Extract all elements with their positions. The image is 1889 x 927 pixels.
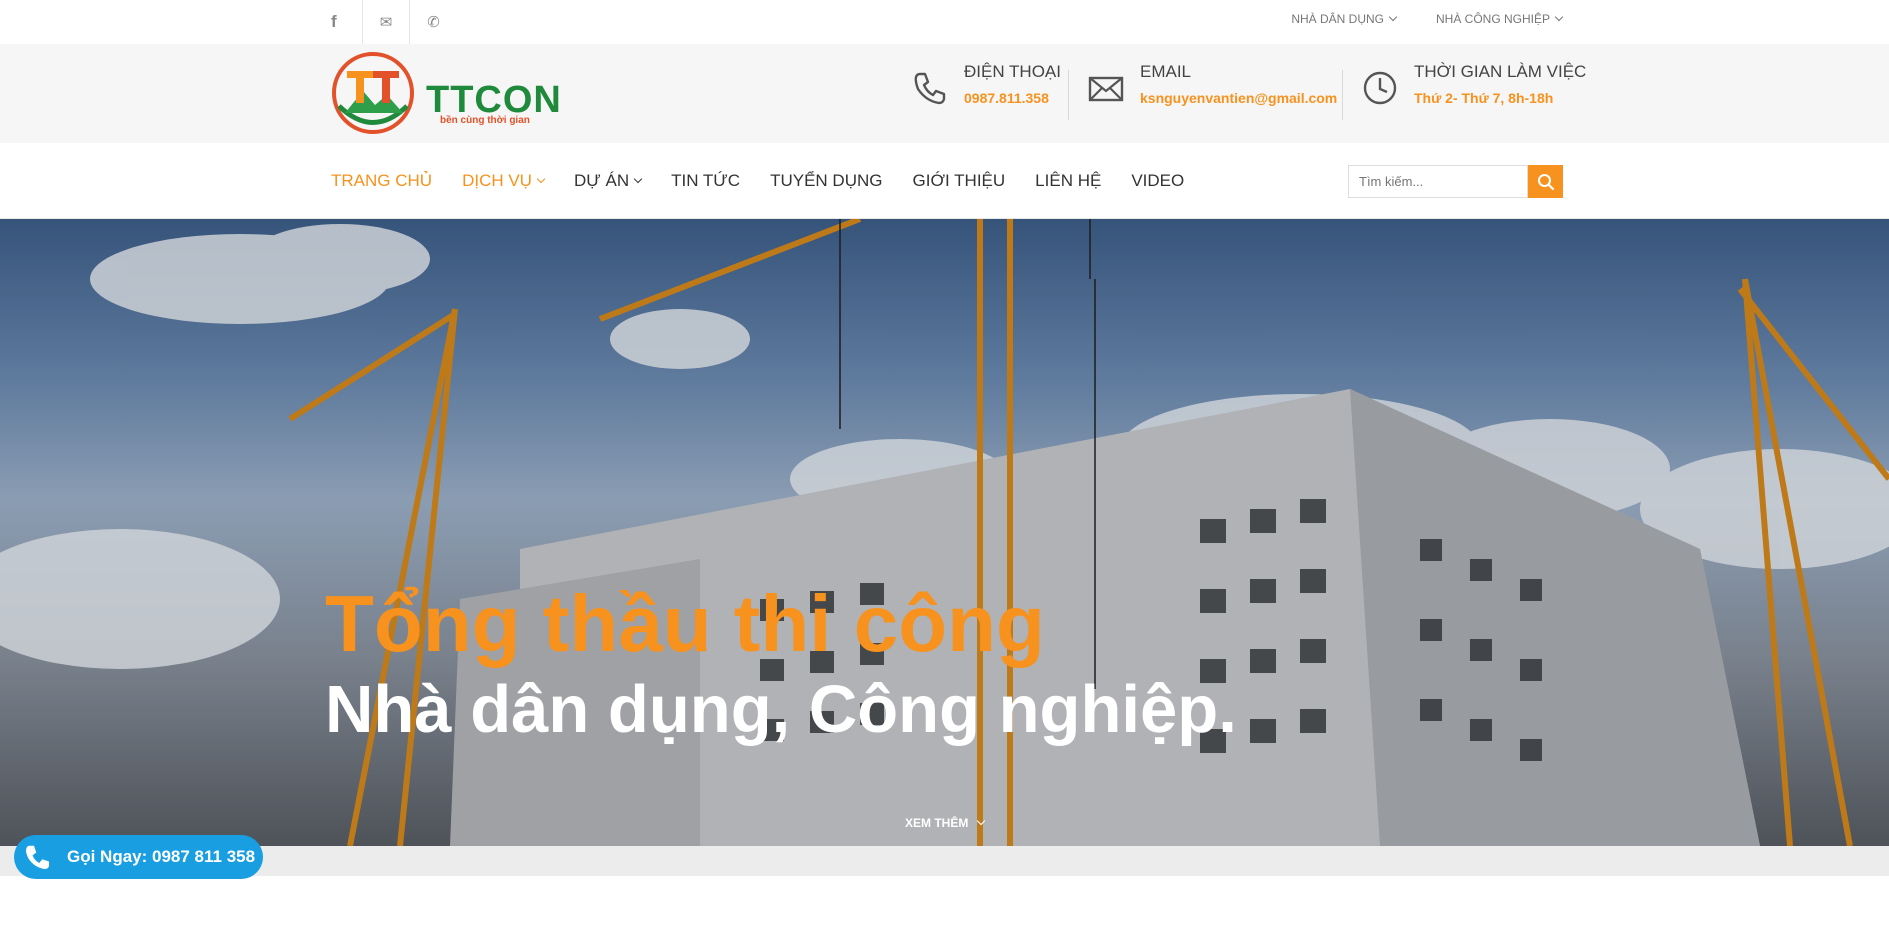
nav-label: GIỚI THIỆU <box>912 171 1006 190</box>
chevron-down-icon <box>1388 12 1398 22</box>
nav-item-video[interactable]: VIDEO <box>1131 171 1184 191</box>
nav-label: TIN TỨC <box>671 171 741 190</box>
hero-background-image <box>0 219 1889 846</box>
phone-title: ĐIỆN THOẠI <box>964 62 1061 81</box>
nav-label: TUYỂN DỤNG <box>770 171 883 190</box>
email-info: EMAIL ksnguyenvantien@gmail.com <box>1086 56 1337 116</box>
search-input[interactable] <box>1348 165 1528 198</box>
phone-icon <box>914 72 946 105</box>
search-button[interactable] <box>1528 165 1563 198</box>
phone-icon[interactable]: ✆ <box>410 0 457 44</box>
top-menu-item-nha-cong-nghiep[interactable]: NHÀ CÔNG NGHIỆP <box>1435 12 1564 26</box>
main-nav: TRANG CHỦ DỊCH VỤ DỰ ÁN TIN TỨC TUYỂN DỤ… <box>0 143 1889 219</box>
nav-label: TRANG CHỦ <box>331 171 433 190</box>
nav-item-lien-he[interactable]: LIÊN HỆ <box>1035 171 1101 191</box>
nav-item-trang-chu[interactable]: TRANG CHỦ <box>331 171 432 191</box>
email-title: EMAIL <box>1140 62 1192 81</box>
hours-value: Thứ 2- Thứ 7, 8h-18h <box>1414 90 1554 106</box>
phone-icon <box>17 837 57 877</box>
search-icon <box>1537 173 1554 190</box>
call-now-label: Gọi Ngay: 0987 811 358 <box>67 847 256 866</box>
see-more-link[interactable]: XEM THÊM <box>905 816 986 830</box>
nav-label: DỊCH VỤ <box>462 171 532 190</box>
facebook-icon[interactable]: f <box>331 0 363 44</box>
phone-number[interactable]: 0987.811.358 <box>964 90 1061 106</box>
nav-label: DỰ ÁN <box>573 171 630 190</box>
hero-subheadline: Nhà dân dụng, Công nghiệp. <box>325 672 1237 747</box>
section-divider <box>0 846 1889 876</box>
nav-item-tin-tuc[interactable]: TIN TỨC <box>671 171 740 191</box>
nav-label: VIDEO <box>1131 171 1185 190</box>
chevron-down-icon <box>977 816 986 826</box>
call-now-button[interactable]: Gọi Ngay: 0987 811 358 <box>14 835 263 879</box>
search-form <box>1348 165 1563 198</box>
chevron-down-icon <box>536 174 546 184</box>
top-menu-label: NHÀ DÂN DỤNG <box>1291 12 1384 26</box>
divider <box>1068 70 1069 120</box>
nav-menu: TRANG CHỦ DỊCH VỤ DỰ ÁN TIN TỨC TUYỂN DỤ… <box>331 143 1214 219</box>
chevron-down-icon <box>1554 12 1564 22</box>
hero-headline: Tổng thầu thi công <box>325 579 1045 668</box>
nav-item-dich-vu[interactable]: DỊCH VỤ <box>462 171 546 191</box>
envelope-icon <box>1088 76 1124 102</box>
nav-label: LIÊN HỆ <box>1035 171 1102 190</box>
nav-item-du-an[interactable]: DỰ ÁN <box>573 171 643 191</box>
see-more-label: XEM THÊM <box>905 816 969 830</box>
phone-info: ĐIỆN THOẠI 0987.811.358 <box>910 56 1061 116</box>
social-links: f ✉ ✆ <box>331 0 457 44</box>
hero-banner: Tổng thầu thi công Nhà dân dụng, Công ng… <box>0 219 1889 846</box>
top-menu: NHÀ DÂN DỤNG NHÀ CÔNG NGHIỆP <box>1291 0 1564 38</box>
logo-mark-icon <box>332 52 414 134</box>
top-menu-item-nha-dan-dung[interactable]: NHÀ DÂN DỤNG <box>1291 12 1398 26</box>
hours-title: THỜI GIAN LÀM VIỆC <box>1414 62 1587 81</box>
divider <box>1342 70 1343 120</box>
top-menu-label: NHÀ CÔNG NGHIỆP <box>1435 12 1550 26</box>
top-bar: f ✉ ✆ NHÀ DÂN DỤNG NHÀ CÔNG NGHIỆP <box>0 0 1889 44</box>
clock-icon <box>1363 71 1397 105</box>
brand-tagline: bền cùng thời gian <box>440 115 530 126</box>
nav-item-tuyen-dung[interactable]: TUYỂN DỤNG <box>770 171 882 191</box>
chevron-down-icon <box>633 174 643 184</box>
header: TTCON bền cùng thời gian ĐIỆN THOẠI 0987… <box>0 44 1889 143</box>
hours-info: THỜI GIAN LÀM VIỆC Thứ 2- Thứ 7, 8h-18h <box>1360 56 1586 116</box>
email-address[interactable]: ksnguyenvantien@gmail.com <box>1140 90 1337 106</box>
nav-item-gioi-thieu[interactable]: GIỚI THIỆU <box>913 171 1006 191</box>
logo[interactable]: TTCON bền cùng thời gian <box>331 51 561 137</box>
mail-icon[interactable]: ✉ <box>363 0 410 44</box>
